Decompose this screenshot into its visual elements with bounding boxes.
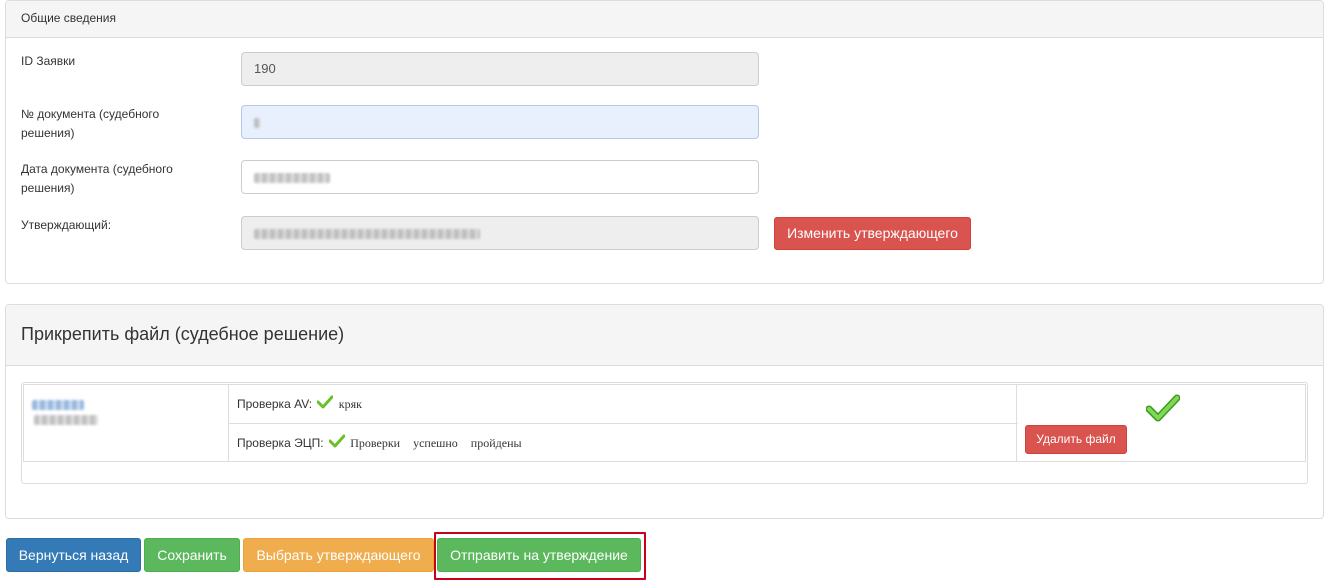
delete-file-button[interactable]: Удалить файл [1025, 425, 1127, 454]
check-icon [316, 386, 334, 424]
document-date-field[interactable] [241, 160, 759, 194]
check-icon [328, 425, 346, 463]
redacted-text [32, 399, 84, 410]
large-check-icon [1145, 394, 1181, 425]
send-for-approval-button[interactable]: Отправить на утверждение [437, 538, 641, 572]
request-id-label: ID Заявки [21, 54, 76, 68]
document-number-field[interactable] [241, 105, 759, 139]
attach-file-panel: Прикрепить файл (судебное решение) Прове… [5, 304, 1324, 519]
attach-file-heading: Прикрепить файл (судебное решение) [6, 305, 1323, 366]
back-button[interactable]: Вернуться назад [6, 538, 141, 572]
approver-field [241, 216, 759, 250]
av-check-row: Проверка AV: кряк [229, 385, 1018, 424]
request-id-field: 190 [241, 52, 759, 86]
av-check-result: кряк [338, 397, 362, 411]
file-name-cell [24, 385, 229, 461]
eds-check-label: Проверка ЭЦП: [237, 436, 324, 450]
redacted-text [254, 172, 330, 183]
redacted-text [254, 228, 480, 239]
column-divider [1016, 385, 1017, 461]
file-name-link[interactable] [32, 397, 84, 411]
document-date-label: Дата документа (судебного решения) [21, 162, 173, 195]
av-check-label: Проверка AV: [237, 397, 313, 411]
file-size [34, 412, 98, 426]
eds-check-row: Проверка ЭЦП: Проверки успешно пройдены [229, 424, 1018, 463]
redacted-text [34, 414, 98, 425]
choose-approver-button[interactable]: Выбрать утверждающего [243, 538, 434, 572]
file-row: Проверка AV: кряк Проверка ЭЦП: Проверки… [23, 384, 1306, 462]
save-button[interactable]: Сохранить [144, 538, 240, 572]
change-approver-button[interactable]: Изменить утверждающего [774, 217, 971, 250]
redacted-text [254, 117, 260, 128]
eds-check-result: Проверки успешно пройдены [350, 436, 522, 450]
file-list: Проверка AV: кряк Проверка ЭЦП: Проверки… [21, 382, 1308, 484]
general-info-panel: Общие сведения ID Заявки 190 № документа… [5, 0, 1324, 284]
document-number-label: № документа (судебного решения) [21, 107, 160, 140]
general-info-heading: Общие сведения [6, 1, 1323, 38]
approver-label: Утверждающий: [21, 218, 112, 232]
